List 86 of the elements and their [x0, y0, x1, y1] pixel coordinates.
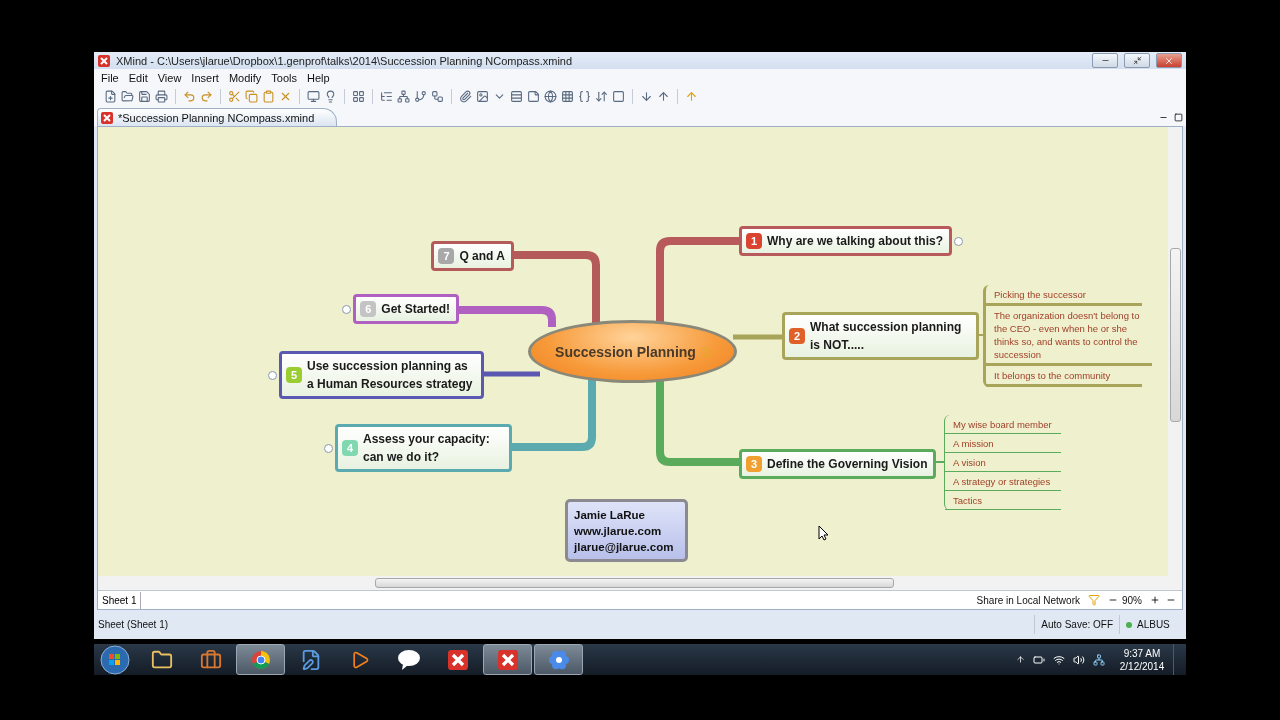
xmind-app-icon [497, 649, 518, 670]
flower-icon [547, 648, 570, 671]
subtopic[interactable]: A strategy or strategies [945, 472, 1061, 491]
window-title: XMind - C:\Users\jlarue\Dropbox\1.genprof\talks\2014\Succession Planning NCompass.xmind [116, 54, 574, 67]
maximize-icon[interactable] [1174, 113, 1183, 122]
restore-icon [1132, 56, 1142, 65]
xmind-app-icon [447, 649, 468, 670]
tree-icon[interactable] [380, 90, 393, 103]
image-icon[interactable] [476, 90, 489, 103]
horizontal-scrollbar[interactable] [98, 576, 1182, 590]
subtopic[interactable]: A mission [945, 434, 1061, 453]
globe-icon[interactable] [544, 90, 557, 103]
print-icon[interactable] [155, 90, 168, 103]
start-button[interactable] [100, 644, 130, 675]
folder-icon [150, 648, 173, 671]
menu-item[interactable]: View [152, 71, 187, 84]
grid-icon[interactable] [352, 90, 365, 103]
autosave-status: Auto Save: OFF [1041, 619, 1113, 630]
cut-icon[interactable] [228, 90, 241, 103]
network-icon[interactable] [1053, 653, 1065, 666]
tray-expand-icon[interactable] [1016, 655, 1025, 664]
grid-icon[interactable] [561, 90, 574, 103]
chat-bubble-icon [396, 648, 421, 671]
priority-badge: 7 [438, 248, 455, 264]
priority-badge: 1 [746, 233, 762, 249]
subtopic[interactable]: A vision [945, 453, 1061, 472]
volume-icon[interactable] [1073, 653, 1085, 666]
minimize-button[interactable] [1092, 53, 1118, 68]
lightbulb-icon[interactable] [324, 90, 337, 103]
xmind-file-icon [101, 111, 113, 124]
online-dot [1126, 621, 1132, 628]
topic-node[interactable]: 7 Q and A [431, 241, 514, 271]
subtopic[interactable]: The organization doesn't belong to the CEO - even when he or she thinks so, and wants to control the succession [986, 306, 1152, 366]
contact-box[interactable]: Jamie LaRue www.jlarue.com jlarue@jlarue.com [565, 499, 688, 562]
subtopic[interactable]: My wise board member [945, 415, 1061, 434]
close-icon [1164, 55, 1174, 66]
braces-icon[interactable] [578, 90, 591, 103]
delete-icon[interactable] [279, 90, 292, 103]
topic-node[interactable]: 3 Define the Governing Vision [739, 449, 937, 479]
close-button[interactable] [1156, 53, 1182, 68]
paperclip-icon[interactable] [459, 90, 472, 103]
menu-item[interactable]: Edit [123, 71, 153, 84]
battery-icon[interactable] [1033, 653, 1045, 666]
note-icon[interactable] [527, 90, 540, 103]
zoom-level: 90% [1122, 594, 1142, 606]
menu-item[interactable]: Modify [223, 71, 267, 84]
taskbar-button[interactable] [483, 644, 532, 675]
monitor-icon[interactable] [307, 90, 320, 103]
zoom-in-icon[interactable] [1150, 595, 1160, 605]
rows-icon[interactable] [510, 90, 523, 103]
restore-button[interactable] [1124, 53, 1150, 68]
app-logo-icon [98, 54, 110, 67]
menu-item[interactable]: File [96, 71, 124, 84]
priority-badge: 5 [286, 367, 302, 383]
arrow-down-icon[interactable] [640, 90, 653, 103]
open-folder-icon[interactable] [121, 90, 134, 103]
user-name: ALBUS [1137, 619, 1170, 630]
mouse-pointer-icon [818, 525, 829, 541]
briefcase-icon [199, 648, 222, 671]
branch-icon[interactable] [414, 90, 427, 103]
subtopic[interactable]: Picking the successor [986, 285, 1142, 306]
priority-badge: 4 [342, 440, 358, 456]
menu-item[interactable]: Tools [266, 71, 302, 84]
clock[interactable]: 9:37 AM 2/12/2014 [1115, 646, 1169, 673]
browser-icon [250, 649, 271, 670]
subtopic[interactable]: It belongs to the community [986, 366, 1142, 387]
arrow-up-icon[interactable] [657, 90, 670, 103]
central-topic[interactable]: Succession Planning [528, 320, 737, 383]
sort-icon[interactable] [595, 90, 608, 103]
menu-item[interactable]: Help [301, 71, 335, 84]
connector-line [733, 334, 782, 340]
new-file-icon[interactable] [104, 90, 117, 103]
square-icon[interactable] [612, 90, 625, 103]
copy-icon[interactable] [245, 90, 258, 103]
priority-badge: 6 [360, 301, 377, 317]
save-icon[interactable] [138, 90, 151, 103]
subtopic[interactable]: Tactics [945, 491, 1061, 510]
note-icon [699, 346, 710, 357]
priority-badge: 3 [746, 456, 762, 472]
vertical-scrollbar[interactable] [1168, 127, 1182, 576]
editor-tab[interactable]: *Succession Planning NCompass.xmind [97, 108, 338, 126]
priority-badge: 2 [789, 328, 805, 344]
workflow-icon[interactable] [431, 90, 444, 103]
menu-item[interactable]: Insert [186, 71, 224, 84]
share-link[interactable]: Share in Local Network [976, 594, 1080, 606]
status-text: Sheet (Sheet 1) [98, 619, 170, 630]
